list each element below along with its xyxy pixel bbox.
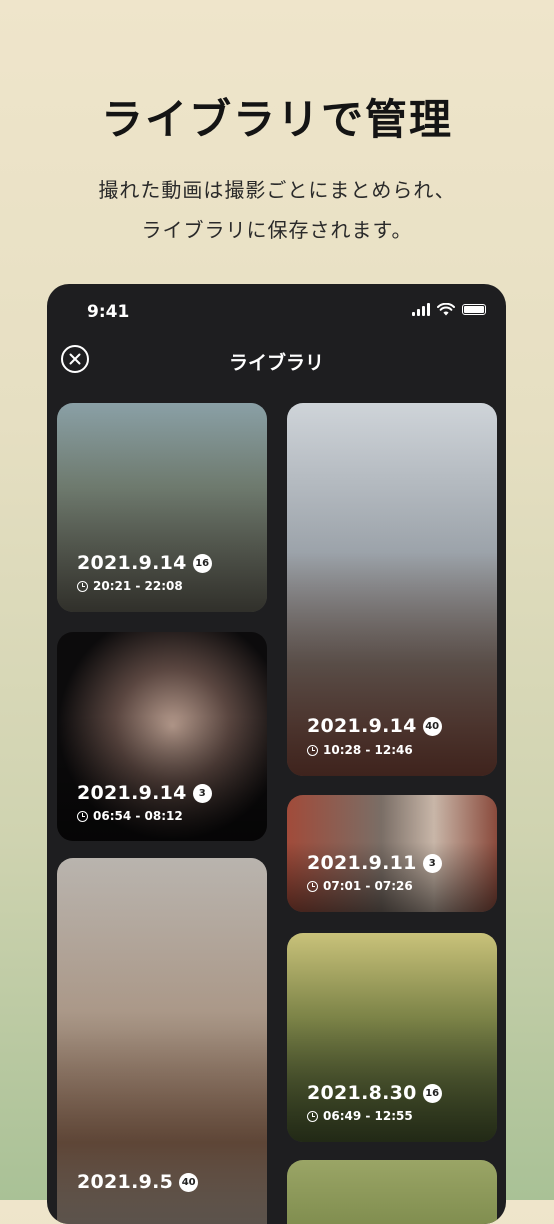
- clip-count-badge: 3: [422, 853, 442, 873]
- clock-icon: [307, 744, 318, 756]
- library-card[interactable]: 2021.8.30 16 06:49 - 12:55: [287, 933, 497, 1142]
- card-time-range: 10:28 - 12:46: [323, 743, 413, 757]
- library-card[interactable]: 2021.9.11 3 07:01 - 07:26: [287, 795, 497, 912]
- clock-icon: [77, 580, 88, 592]
- clock-icon: [307, 1110, 318, 1122]
- card-time-range: 07:01 - 07:26: [323, 879, 413, 893]
- card-date: 2021.9.14: [307, 715, 417, 737]
- clip-count-badge: 16: [422, 1083, 442, 1103]
- nav-title: ライブラリ: [228, 352, 324, 374]
- card-date: 2021.9.11: [307, 852, 417, 874]
- card-date: 2021.8.30: [307, 1082, 417, 1104]
- page-headline: ライブラリで管理: [100, 95, 453, 144]
- cellular-signal-icon: [412, 302, 430, 316]
- page-subtitle-line2: ライブラリに保存されます。: [141, 218, 413, 242]
- phone-mockup: 9:41 ライブラリ 2021.9.14 16 20:21 - 22:08 20…: [47, 284, 506, 1224]
- card-date: 2021.9.5: [77, 1171, 174, 1193]
- clock-icon: [77, 810, 88, 822]
- clip-count-badge: 40: [422, 716, 442, 736]
- library-card[interactable]: 2021.9.14 3 06:54 - 08:12: [57, 632, 267, 841]
- library-card[interactable]: 2021.9.14 40 10:28 - 12:46: [287, 403, 497, 776]
- clock-icon: [307, 880, 318, 892]
- card-time-range: 06:54 - 08:12: [93, 809, 183, 823]
- card-date: 2021.9.14: [77, 552, 187, 574]
- wifi-icon: [437, 302, 455, 315]
- library-card[interactable]: 2021.9.5 40: [57, 858, 267, 1224]
- card-time-range: 20:21 - 22:08: [93, 579, 183, 593]
- page-subtitle-line1: 撮れた動画は撮影ごとにまとめられ、: [98, 178, 456, 202]
- clip-count-badge: 16: [192, 553, 212, 573]
- card-date: 2021.9.14: [77, 782, 187, 804]
- status-bar-icons: [412, 302, 486, 316]
- library-card[interactable]: 2021.9.14 16 20:21 - 22:08: [57, 403, 267, 612]
- battery-icon: [462, 303, 486, 315]
- clip-count-badge: 40: [179, 1172, 199, 1192]
- clip-count-badge: 3: [192, 783, 212, 803]
- status-bar-time: 9:41: [87, 302, 130, 322]
- library-card[interactable]: [287, 1160, 497, 1224]
- card-time-range: 06:49 - 12:55: [323, 1109, 413, 1123]
